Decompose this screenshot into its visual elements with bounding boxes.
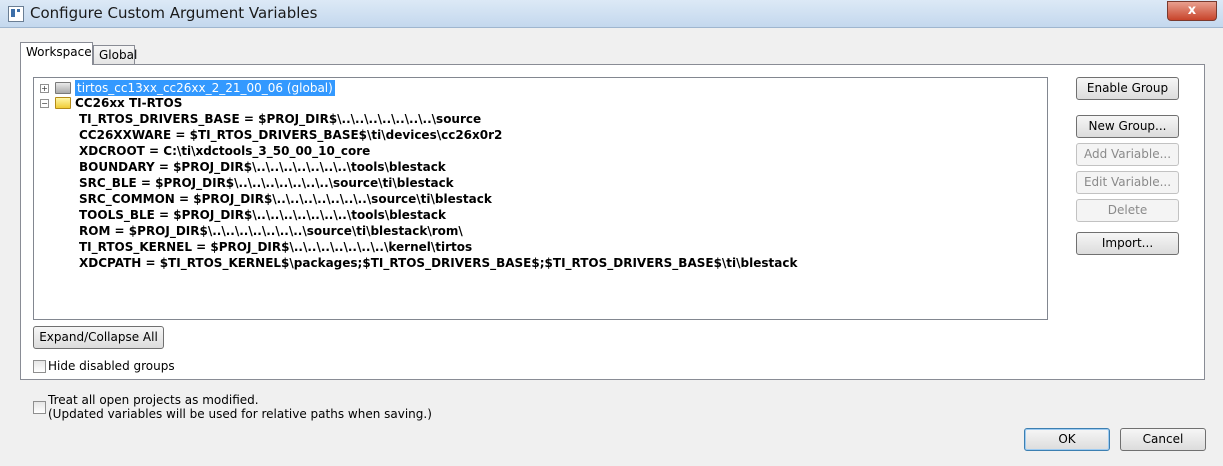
cancel-button[interactable]: Cancel xyxy=(1120,428,1206,451)
hide-disabled-label: Hide disabled groups xyxy=(48,359,175,373)
expand-collapse-all-button[interactable]: Expand/Collapse All xyxy=(33,326,164,349)
edit-variable-button[interactable]: Edit Variable... xyxy=(1076,171,1179,194)
import-button[interactable]: Import... xyxy=(1076,232,1179,255)
grey-folder-icon xyxy=(55,82,71,94)
treat-modified-label: Treat all open projects as modified. xyxy=(48,393,259,407)
tree-variable[interactable]: XDCROOT = C:\ti\xdctools_3_50_00_10_core xyxy=(79,143,370,159)
tab-workspace[interactable]: Workspace xyxy=(20,42,93,65)
ok-button[interactable]: OK xyxy=(1024,428,1110,451)
add-variable-button[interactable]: Add Variable... xyxy=(1076,143,1179,166)
app-icon xyxy=(8,6,24,22)
new-group-button[interactable]: New Group... xyxy=(1076,115,1179,138)
title-bar: Configure Custom Argument Variables x xyxy=(0,0,1223,28)
hide-disabled-checkbox[interactable] xyxy=(33,360,46,373)
expand-plus-icon[interactable]: + xyxy=(40,84,49,93)
tab-global[interactable]: Global xyxy=(93,45,137,65)
close-button[interactable]: x xyxy=(1167,1,1217,21)
collapse-minus-icon[interactable]: − xyxy=(40,99,49,108)
tree-variable[interactable]: SRC_BLE = $PROJ_DIR$\..\..\..\..\..\..\.… xyxy=(79,175,454,191)
tree-variable[interactable]: ROM = $PROJ_DIR$\..\..\..\..\..\..\..\so… xyxy=(79,223,463,239)
tree-variable[interactable]: TI_RTOS_DRIVERS_BASE = $PROJ_DIR$\..\..\… xyxy=(79,111,481,127)
treat-modified-checkbox[interactable] xyxy=(33,401,46,414)
delete-button[interactable]: Delete xyxy=(1076,199,1179,222)
folder-icon xyxy=(55,97,71,109)
tree-variable[interactable]: XDCPATH = $TI_RTOS_KERNEL$\packages;$TI_… xyxy=(79,255,797,271)
tree-variable[interactable]: TOOLS_BLE = $PROJ_DIR$\..\..\..\..\..\..… xyxy=(79,207,446,223)
enable-group-button[interactable]: Enable Group xyxy=(1076,77,1179,100)
tree-group-label[interactable]: CC26xx TI-RTOS xyxy=(75,95,182,111)
variables-tree[interactable]: + tirtos_cc13xx_cc26xx_2_21_00_06 (globa… xyxy=(33,77,1048,320)
tree-group-label[interactable]: tirtos_cc13xx_cc26xx_2_21_00_06 (global) xyxy=(75,80,335,96)
window-title: Configure Custom Argument Variables xyxy=(30,4,318,22)
tree-variable[interactable]: CC26XXWARE = $TI_RTOS_DRIVERS_BASE$\ti\d… xyxy=(79,127,502,143)
tree-variable[interactable]: SRC_COMMON = $PROJ_DIR$\..\..\..\..\..\.… xyxy=(79,191,492,207)
treat-modified-note: (Updated variables will be used for rela… xyxy=(48,407,432,421)
tree-variable[interactable]: TI_RTOS_KERNEL = $PROJ_DIR$\..\..\..\..\… xyxy=(79,239,472,255)
tree-variable[interactable]: BOUNDARY = $PROJ_DIR$\..\..\..\..\..\..\… xyxy=(79,159,446,175)
